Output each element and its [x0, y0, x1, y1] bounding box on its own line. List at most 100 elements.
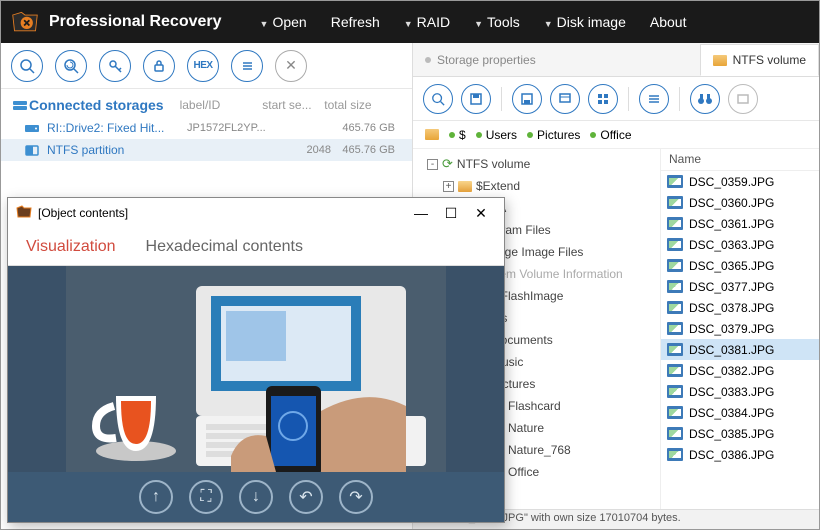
file-row[interactable]: DSC_0385.JPG [661, 423, 819, 444]
popup-title-text: [Object contents] [38, 206, 406, 220]
storage-name: RI::Drive2: Fixed Hit... [47, 121, 187, 135]
disabled-button [728, 84, 758, 114]
storage-row[interactable]: RI::Drive2: Fixed Hit... JP1572FL2YP... … [1, 117, 412, 139]
tree-label: $Extend [476, 179, 520, 193]
tab-storage-properties[interactable]: Storage properties [413, 45, 548, 75]
down-arrow-icon[interactable]: ↓ [239, 480, 273, 514]
storages-header: Connected storages label/ID start se... … [1, 89, 412, 117]
image-file-icon [667, 364, 683, 377]
file-name: DSC_0359.JPG [689, 175, 774, 189]
menu-about[interactable]: About [642, 10, 695, 34]
popup-tabs: Visualization Hexadecimal contents [8, 228, 504, 266]
menu-raid[interactable]: ▼RAID [396, 10, 458, 34]
file-name: DSC_0383.JPG [689, 385, 774, 399]
folder-icon [425, 129, 439, 140]
folder-icon [458, 181, 472, 192]
key-icon[interactable] [99, 50, 131, 82]
details-button[interactable] [639, 84, 669, 114]
close-icon[interactable]: ✕ [275, 50, 307, 82]
rescan-icon[interactable] [55, 50, 87, 82]
storage-label: JP1572FL2YP... [187, 122, 283, 134]
breadcrumb-seg[interactable]: Users [476, 128, 517, 142]
tree-row[interactable]: + $Extend [413, 175, 660, 197]
file-row[interactable]: DSC_0361.JPG [661, 213, 819, 234]
menu-tools[interactable]: ▼Tools [466, 10, 528, 34]
popup-bottom-toolbar: ↑ ⛶ ↓ ↶ ↷ [8, 472, 504, 522]
redo-icon[interactable]: ↷ [339, 480, 373, 514]
file-name: DSC_0377.JPG [689, 280, 774, 294]
save-button[interactable] [461, 84, 491, 114]
top-bar: Professional Recovery ▼Open Refresh ▼RAI… [1, 1, 819, 43]
file-header-name[interactable]: Name [661, 149, 819, 171]
file-row[interactable]: DSC_0383.JPG [661, 381, 819, 402]
search-button[interactable] [423, 84, 453, 114]
file-name: DSC_0363.JPG [689, 238, 774, 252]
tab-visualization[interactable]: Visualization [26, 238, 116, 256]
breadcrumb-seg[interactable]: Pictures [527, 128, 580, 142]
file-row[interactable]: DSC_0359.JPG [661, 171, 819, 192]
file-name: DSC_0361.JPG [689, 217, 774, 231]
file-row[interactable]: DSC_0379.JPG [661, 318, 819, 339]
expand-toggle[interactable]: - [427, 159, 438, 170]
up-arrow-icon[interactable]: ↑ [139, 480, 173, 514]
tab-hex[interactable]: Hexadecimal contents [146, 238, 303, 256]
tree-label: Flashcard [508, 399, 561, 413]
file-row[interactable]: DSC_0381.JPG [661, 339, 819, 360]
file-name: DSC_0381.JPG [689, 343, 774, 357]
image-file-icon [667, 427, 683, 440]
file-row[interactable]: DSC_0382.JPG [661, 360, 819, 381]
right-tabs: Storage properties NTFS volume [413, 43, 819, 77]
file-row[interactable]: DSC_0384.JPG [661, 402, 819, 423]
image-file-icon [667, 343, 683, 356]
breadcrumb-seg[interactable]: Office [590, 128, 631, 142]
tree-row[interactable]: -⟳NTFS volume [413, 153, 660, 175]
main-menu: ▼Open Refresh ▼RAID ▼Tools ▼Disk image A… [252, 10, 695, 34]
lock-icon[interactable] [143, 50, 175, 82]
file-row[interactable]: DSC_0360.JPG [661, 192, 819, 213]
binoculars-icon[interactable] [690, 84, 720, 114]
file-row[interactable]: DSC_0363.JPG [661, 234, 819, 255]
menu-disk-image[interactable]: ▼Disk image [536, 10, 634, 34]
maximize-button[interactable]: ☐ [436, 205, 466, 222]
right-toolbar [413, 77, 819, 121]
breadcrumb: $ Users Pictures Office [413, 121, 819, 149]
menu-open[interactable]: ▼Open [252, 10, 315, 34]
undo-icon[interactable]: ↶ [289, 480, 323, 514]
popup-titlebar[interactable]: [Object contents] — ☐ ✕ [8, 198, 504, 228]
breadcrumb-seg[interactable]: $ [449, 128, 466, 142]
tab-ntfs-volume[interactable]: NTFS volume [700, 44, 819, 76]
image-preview [8, 266, 504, 472]
preview-button[interactable] [550, 84, 580, 114]
refresh-icon: ⟳ [442, 156, 453, 172]
expand-icon[interactable]: ⛶ [189, 480, 223, 514]
popup-app-icon [16, 205, 32, 222]
part-icon [25, 144, 41, 156]
list-icon[interactable] [231, 50, 263, 82]
image-file-icon [667, 385, 683, 398]
image-file-icon [667, 301, 683, 314]
app-title: Professional Recovery [49, 13, 222, 31]
close-button[interactable]: ✕ [466, 205, 496, 222]
file-name: DSC_0378.JPG [689, 301, 774, 315]
file-row[interactable]: DSC_0378.JPG [661, 297, 819, 318]
image-file-icon [667, 280, 683, 293]
expand-toggle[interactable]: + [443, 181, 454, 192]
file-list[interactable]: Name DSC_0359.JPG DSC_0360.JPG DSC_0361.JP… [661, 149, 819, 509]
search-icon[interactable] [11, 50, 43, 82]
grid-button[interactable] [588, 84, 618, 114]
image-file-icon [667, 175, 683, 188]
menu-refresh[interactable]: Refresh [323, 10, 388, 34]
storage-row[interactable]: NTFS partition 2048 465.76 GB [1, 139, 412, 161]
file-row[interactable]: DSC_0386.JPG [661, 444, 819, 465]
file-name: DSC_0365.JPG [689, 259, 774, 273]
tree-label: Nature [508, 421, 544, 435]
col-size: total size [312, 98, 372, 112]
col-start: start se... [256, 98, 312, 112]
storage-name: NTFS partition [47, 143, 187, 157]
hex-icon[interactable]: HEX [187, 50, 219, 82]
app-logo-icon [11, 9, 39, 35]
file-row[interactable]: DSC_0377.JPG [661, 276, 819, 297]
save-disk-button[interactable] [512, 84, 542, 114]
file-row[interactable]: DSC_0365.JPG [661, 255, 819, 276]
minimize-button[interactable]: — [406, 205, 436, 221]
